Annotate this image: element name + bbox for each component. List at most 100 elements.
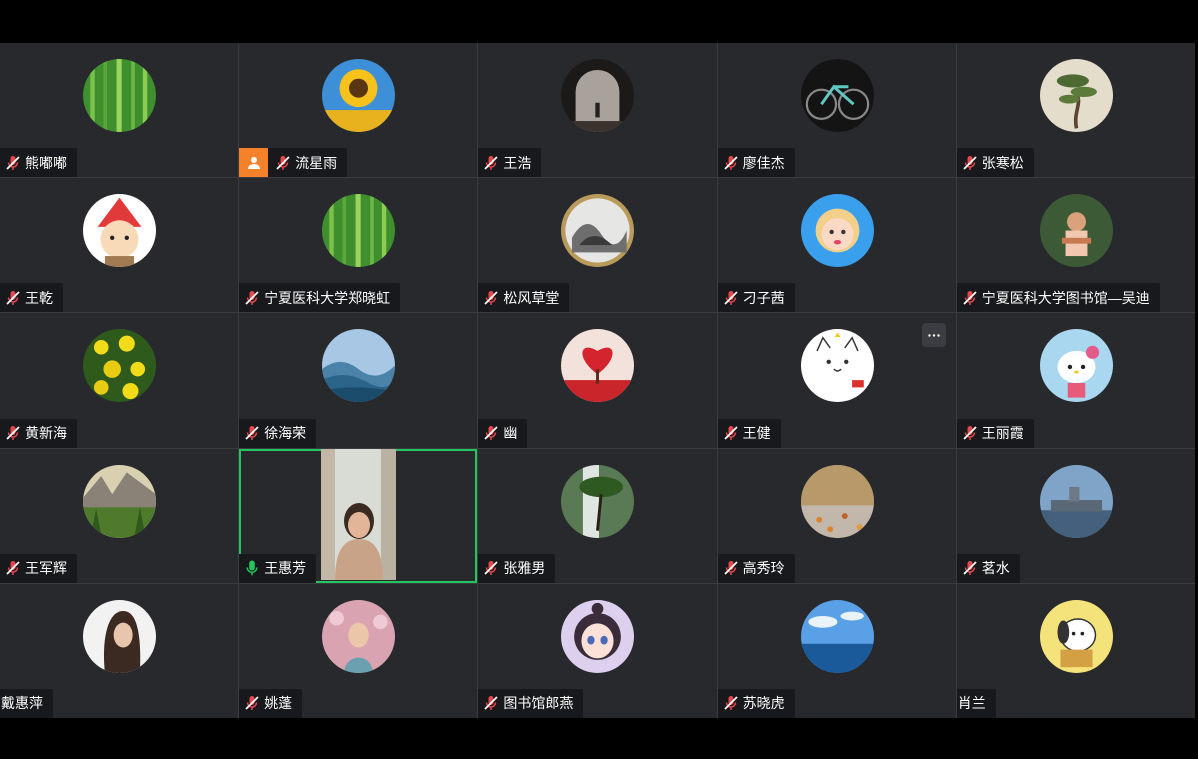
participant-nameplate: 黄新海 [0, 418, 77, 448]
mic-muted-icon [243, 289, 261, 307]
sunflower-avatar [322, 59, 396, 132]
mic-muted-icon [961, 289, 979, 307]
participant-tile[interactable]: 张寒松 [956, 43, 1195, 178]
mic-active-icon [243, 559, 261, 577]
participant-name: 张寒松 [981, 154, 1024, 171]
more-options-icon[interactable] [921, 323, 946, 348]
yellow-flowers-avatar [83, 329, 157, 403]
mic-muted-icon [482, 559, 500, 577]
participant-name: 王惠芳 [264, 560, 307, 577]
mic-muted-icon [722, 424, 740, 442]
participant-name: 王浩 [503, 154, 532, 171]
participant-video-feed [321, 448, 397, 580]
participant-nameplate: 图书馆郎燕 [478, 688, 584, 718]
participant-tile[interactable]: 王军辉 [0, 448, 239, 583]
participant-nameplate: 肖兰 [956, 688, 996, 718]
participant-nameplate: 高秀玲 [717, 553, 795, 583]
participant-name: 刁子茜 [742, 289, 785, 306]
mic-muted-icon [243, 424, 261, 442]
participant-name: 廖佳杰 [742, 154, 785, 171]
mic-muted-icon [961, 424, 979, 442]
mic-muted-icon [4, 559, 22, 577]
participant-tile[interactable]: 王乾 [0, 178, 239, 313]
yosemite-valley-avatar [83, 464, 157, 538]
participant-name: 王乾 [25, 289, 53, 306]
pochacco-avatar [1039, 599, 1113, 673]
participant-tile[interactable]: 王浩 [478, 43, 717, 178]
autumn-leaves-avatar [800, 464, 874, 538]
participant-tile[interactable]: 姚蓬 [239, 583, 478, 718]
participant-tile[interactable]: 戴惠萍 [0, 583, 239, 718]
participant-tile[interactable]: 熊嘟嘟 [0, 43, 239, 178]
participant-name: 姚蓬 [264, 695, 293, 712]
bonsai-pine-avatar [1039, 59, 1113, 132]
participant-nameplate: 徐海荣 [239, 418, 317, 448]
mic-muted-icon [722, 289, 740, 307]
woman-portrait-avatar [83, 599, 157, 673]
participant-name: 戴惠萍 [1, 695, 43, 712]
participant-name: 王健 [742, 425, 771, 442]
participant-name: 苏晓虎 [742, 695, 785, 712]
participant-tile[interactable]: 图书馆郎燕 [478, 583, 717, 718]
participant-nameplate: 流星雨 [239, 148, 348, 178]
participant-nameplate: 张雅男 [478, 553, 556, 583]
participant-tile[interactable]: 王健 [717, 313, 956, 448]
participant-nameplate: 刁子茜 [717, 283, 795, 313]
participant-tile[interactable]: 宁夏医科大学图书馆—吴迪 [956, 178, 1195, 313]
participant-nameplate: 张寒松 [956, 148, 1034, 178]
participant-nameplate: 熊嘟嘟 [0, 148, 77, 178]
participant-name: 松风草堂 [503, 289, 560, 306]
participant-tile[interactable]: 王丽霞 [956, 313, 1195, 448]
participant-name: 流星雨 [295, 154, 338, 171]
mic-muted-icon [243, 694, 261, 712]
participant-tile[interactable]: 王惠芳 [239, 448, 478, 583]
participant-name: 肖兰 [957, 695, 986, 712]
participant-tile[interactable]: 肖兰 [956, 583, 1195, 718]
participant-tile[interactable]: 高秀玲 [717, 448, 956, 583]
participant-tile[interactable]: 流星雨 [239, 43, 478, 178]
participant-tile[interactable]: 徐海荣 [239, 313, 478, 448]
participant-tile[interactable]: 苏晓虎 [717, 583, 956, 718]
participant-nameplate: 王健 [717, 418, 781, 448]
participant-name: 幽 [503, 425, 518, 442]
mic-muted-icon [4, 154, 22, 172]
participant-nameplate: 宁夏医科大学图书馆—吴迪 [956, 283, 1160, 313]
participant-name: 茗水 [981, 560, 1010, 577]
participant-nameplate: 王丽霞 [956, 418, 1034, 448]
participant-tile[interactable]: 廖佳杰 [717, 43, 956, 178]
mic-muted-icon [722, 154, 740, 172]
waterfall-tree-avatar [561, 464, 635, 538]
participant-nameplate: 廖佳杰 [717, 148, 795, 178]
participant-nameplate: 戴惠萍 [0, 688, 53, 718]
cartoon-cat-avatar [800, 329, 874, 403]
participant-nameplate: 松风草堂 [478, 283, 570, 313]
participant-nameplate: 幽 [478, 418, 528, 448]
cartoon-red-hat-avatar [83, 194, 157, 268]
mic-muted-icon [961, 559, 979, 577]
participant-nameplate: 茗水 [956, 553, 1020, 583]
woman-flowers-avatar [322, 599, 396, 673]
participant-name: 徐海荣 [264, 425, 307, 442]
participant-nameplate: 王浩 [478, 148, 542, 178]
participant-name: 宁夏医科大学图书馆—吴迪 [981, 289, 1150, 306]
mic-muted-icon [482, 154, 500, 172]
child-photo-avatar [1039, 194, 1113, 268]
participant-tile[interactable]: 张雅男 [478, 448, 717, 583]
bamboo-forest-avatar [83, 59, 157, 132]
participant-nameplate: 姚蓬 [239, 688, 303, 718]
ink-landscape-avatar [561, 194, 635, 268]
participant-tile[interactable]: 幽 [478, 313, 717, 448]
participant-tile[interactable]: 松风草堂 [478, 178, 717, 313]
harbor-ship-avatar [1039, 464, 1113, 538]
participant-name: 宁夏医科大学郑晓虹 [264, 289, 391, 306]
mic-muted-icon [722, 559, 740, 577]
participant-name: 高秀玲 [742, 560, 785, 577]
participant-tile[interactable]: 茗水 [956, 448, 1195, 583]
participant-name: 王军辉 [25, 560, 67, 577]
participant-tile[interactable]: 黄新海 [0, 313, 239, 448]
participant-nameplate: 宁夏医科大学郑晓虹 [239, 283, 401, 313]
mic-muted-icon [961, 154, 979, 172]
mic-muted-icon [722, 694, 740, 712]
participant-tile[interactable]: 刁子茜 [717, 178, 956, 313]
participant-tile[interactable]: 宁夏医科大学郑晓虹 [239, 178, 478, 313]
